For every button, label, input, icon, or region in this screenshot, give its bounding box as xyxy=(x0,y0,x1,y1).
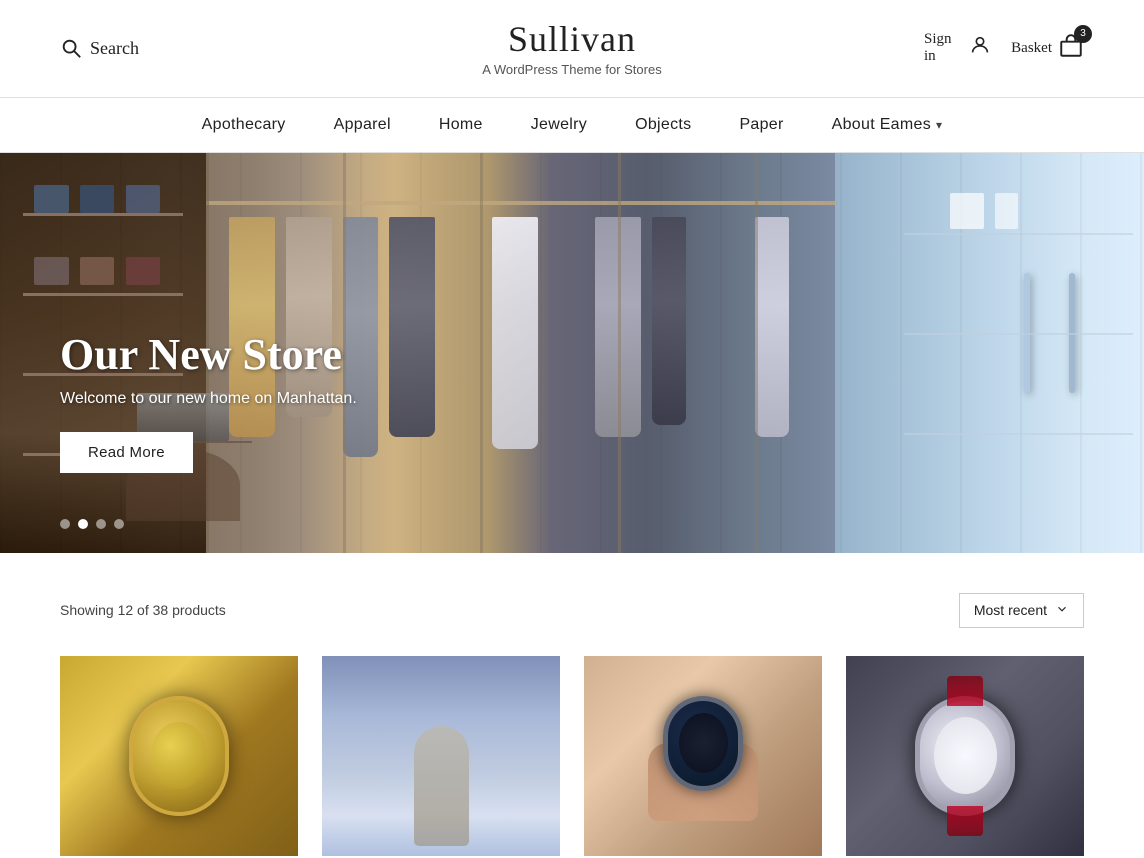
product-image-1 xyxy=(60,656,298,856)
product-image-4 xyxy=(846,656,1084,856)
user-icon xyxy=(969,34,991,62)
nav-item-about-eames[interactable]: About Eames ▾ xyxy=(832,116,943,134)
brand-title: Sullivan xyxy=(220,20,924,60)
products-section: Showing 12 of 38 products Most recent xyxy=(0,553,1144,856)
nav-item-home[interactable]: Home xyxy=(439,116,483,134)
basket-label: Basket xyxy=(1011,40,1052,57)
nav-item-apothecary[interactable]: Apothecary xyxy=(202,116,286,134)
search-label: Search xyxy=(90,38,139,59)
main-nav: Apothecary Apparel Home Jewelry Objects … xyxy=(0,98,1144,153)
nav-item-apparel[interactable]: Apparel xyxy=(334,116,391,134)
nav-item-objects[interactable]: Objects xyxy=(635,116,691,134)
sort-label: Most recent xyxy=(974,602,1047,618)
hero-subtitle: Welcome to our new home on Manhattan. xyxy=(60,390,357,408)
product-card-2[interactable] xyxy=(322,656,560,856)
product-card-4[interactable] xyxy=(846,656,1084,856)
search-icon xyxy=(60,37,82,59)
nav-item-jewelry[interactable]: Jewelry xyxy=(531,116,587,134)
hero-dot-1[interactable] xyxy=(60,519,70,529)
watch-detail-3 xyxy=(584,656,822,856)
hero-cta-button[interactable]: Read More xyxy=(60,432,193,473)
search-button[interactable]: Search xyxy=(60,37,220,59)
sort-chevron-icon xyxy=(1055,602,1069,619)
brand-logo[interactable]: Sullivan A WordPress Theme for Stores xyxy=(220,20,924,77)
hero-dot-2[interactable] xyxy=(78,519,88,529)
hero-dot-4[interactable] xyxy=(114,519,124,529)
sort-dropdown[interactable]: Most recent xyxy=(959,593,1084,628)
products-header: Showing 12 of 38 products Most recent xyxy=(60,593,1084,628)
statue-detail xyxy=(322,656,560,856)
basket-button[interactable]: Basket 3 xyxy=(1011,33,1084,64)
hero-banner: Our New Store Welcome to our new home on… xyxy=(0,153,1144,553)
signin-button[interactable]: Sign in xyxy=(924,31,991,65)
product-card-1[interactable] xyxy=(60,656,298,856)
hero-dot-3[interactable] xyxy=(96,519,106,529)
chevron-down-icon: ▾ xyxy=(936,118,942,132)
products-count: Showing 12 of 38 products xyxy=(60,602,226,618)
hero-dots xyxy=(60,519,124,529)
hero-title: Our New Store xyxy=(60,329,357,380)
product-image-2 xyxy=(322,656,560,856)
site-header: Search Sullivan A WordPress Theme for St… xyxy=(0,0,1144,98)
header-actions: Sign in Basket 3 xyxy=(924,31,1084,65)
product-image-3 xyxy=(584,656,822,856)
products-grid xyxy=(60,656,1084,856)
hero-content: Our New Store Welcome to our new home on… xyxy=(60,329,357,473)
basket-count: 3 xyxy=(1074,25,1092,43)
product-card-3[interactable] xyxy=(584,656,822,856)
basket-icon: 3 xyxy=(1058,33,1084,64)
brand-subtitle: A WordPress Theme for Stores xyxy=(220,62,924,77)
signin-label: Sign in xyxy=(924,31,963,65)
watch-detail-1 xyxy=(60,656,298,856)
watch-detail-4 xyxy=(846,656,1084,856)
nav-item-paper[interactable]: Paper xyxy=(739,116,783,134)
